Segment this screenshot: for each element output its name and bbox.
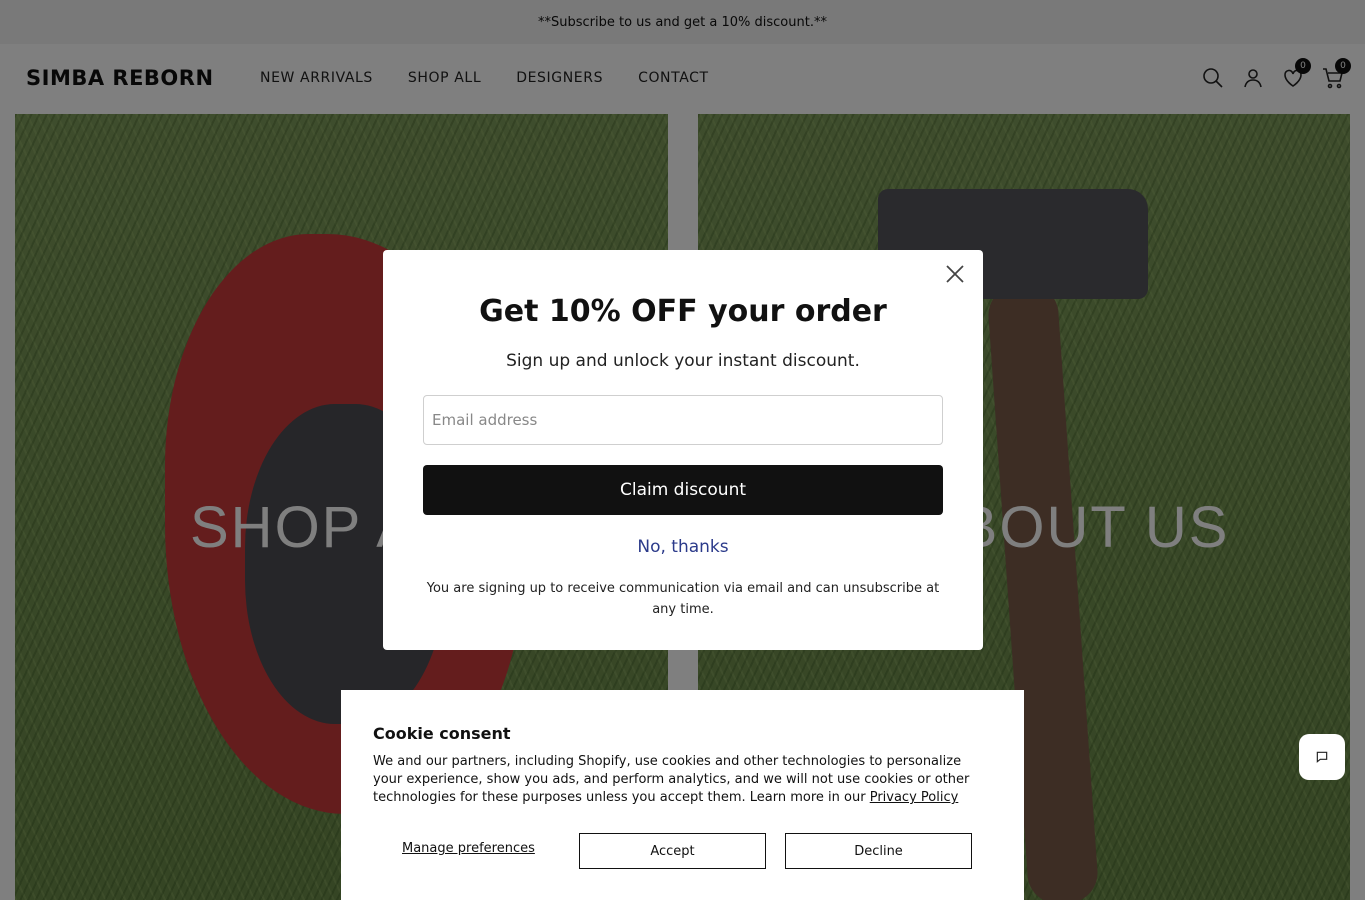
cookie-consent-banner: Cookie consent We and our partners, incl… — [341, 690, 1024, 900]
chat-icon — [1316, 751, 1328, 763]
modal-title: Get 10% OFF your order — [479, 294, 887, 329]
cookie-title: Cookie consent — [373, 724, 511, 743]
close-icon[interactable] — [943, 262, 967, 286]
chat-button[interactable] — [1299, 734, 1345, 780]
cookie-decline-button[interactable]: Decline — [785, 833, 972, 869]
no-thanks-button[interactable]: No, thanks — [383, 537, 983, 557]
cookie-description: We and our partners, including Shopify, … — [373, 753, 983, 807]
modal-disclaimer: You are signing up to receive communicat… — [426, 581, 940, 617]
manage-preferences-link[interactable]: Manage preferences — [402, 841, 535, 856]
cookie-accept-button[interactable]: Accept — [579, 833, 766, 869]
email-field[interactable] — [423, 395, 943, 445]
discount-modal: Get 10% OFF your order Sign up and unloc… — [383, 250, 983, 650]
claim-discount-button[interactable]: Claim discount — [423, 465, 943, 515]
modal-subtitle: Sign up and unlock your instant discount… — [506, 351, 860, 371]
privacy-policy-link[interactable]: Privacy Policy — [870, 790, 959, 805]
